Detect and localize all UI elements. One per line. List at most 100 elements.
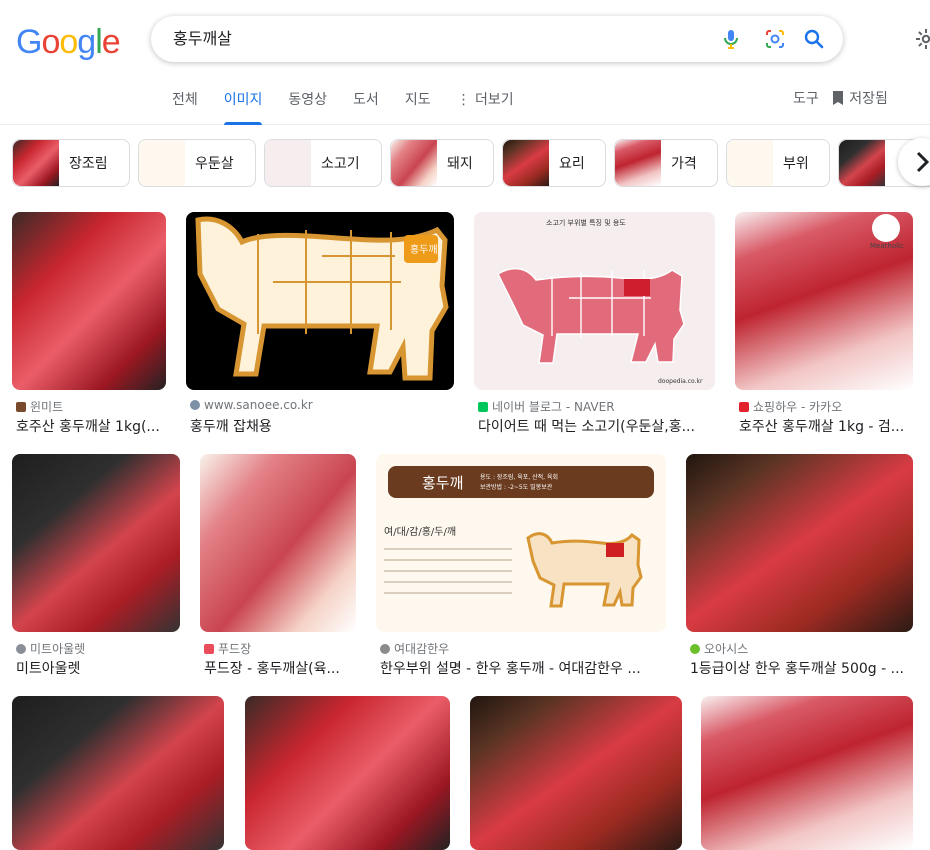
more-label: 더보기: [475, 92, 514, 108]
chip-thumbnail: [265, 140, 311, 186]
site-favicon-icon: [690, 644, 700, 654]
site-favicon-icon: [16, 644, 26, 654]
search-tabs: 전체 이미지 동영상 도서 지도 ⋮ 더보기: [172, 88, 514, 125]
chip-label: 부위: [783, 156, 809, 172]
chip-label: 돼지: [447, 156, 473, 172]
result-source[interactable]: 쇼핑하우 - 카카오: [739, 398, 842, 415]
beef-poster: 홍두깨 용도 : 장조림, 육포, 산적, 육회 보관방법 : -2~5도 밀봉…: [384, 466, 654, 608]
saved-button[interactable]: 저장됨: [831, 88, 888, 108]
chip-udunsal[interactable]: 우둔살: [138, 139, 256, 187]
related-search-chips: 장조림 우둔살 소고기 돼지 요리 가격 부위: [12, 139, 930, 189]
poster-storage: 보관방법 : -2~5도 밀봉보관: [480, 483, 553, 491]
result-image[interactable]: Meatholic: [735, 212, 913, 390]
google-logo[interactable]: Google: [16, 22, 121, 62]
site-favicon-icon: [380, 644, 390, 654]
result-title[interactable]: 다이어트 때 먹는 소고기(우둔살,홍...: [478, 416, 714, 436]
image-result[interactable]: 오아시스 1등급이상 한우 홍두깨살 500g - ...: [686, 454, 913, 679]
more-icon: ⋮: [456, 92, 476, 108]
poster-subtitle: 용도 : 장조림, 육포, 산적, 육회: [480, 473, 558, 481]
result-image[interactable]: [701, 696, 913, 850]
result-image[interactable]: [200, 454, 356, 632]
cow-highlight-label: 홍두깨: [410, 243, 438, 256]
result-image[interactable]: 소고기 부위별 특징 및 용도 doopedia.co.kr: [474, 212, 715, 390]
tools-button[interactable]: 도구: [793, 88, 819, 108]
result-source[interactable]: 윈미트: [16, 398, 63, 415]
chip-thumbnail: [391, 140, 437, 186]
chart-title: 소고기 부위별 특징 및 용도: [546, 218, 626, 227]
chip-label: 소고기: [321, 156, 360, 172]
search-input[interactable]: 홍두깨살: [173, 27, 232, 51]
search-icon[interactable]: [802, 27, 826, 51]
brand-logo-text: Meatholic: [870, 242, 904, 250]
source-label: 네이버 블로그 - NAVER: [492, 400, 615, 414]
image-result[interactable]: [245, 696, 450, 850]
source-label: 오아시스: [704, 642, 749, 656]
poster-title: 홍두깨: [422, 474, 463, 492]
chip-cooking[interactable]: 요리: [502, 139, 606, 187]
result-image[interactable]: [470, 696, 682, 850]
image-result[interactable]: [470, 696, 682, 850]
tab-books[interactable]: 도서: [353, 88, 379, 124]
google-lens-icon[interactable]: [763, 27, 787, 51]
result-title[interactable]: 홍두깨 잡채용: [190, 416, 450, 436]
beef-cut-diagram: 홍두깨: [195, 216, 449, 381]
source-label: 푸드장: [218, 642, 252, 656]
result-image[interactable]: [245, 696, 450, 850]
chip-thumbnail: [503, 140, 549, 186]
result-image[interactable]: [686, 454, 913, 632]
image-result[interactable]: 윈미트 호주산 홍두깨살 1kg(...: [12, 212, 166, 437]
microphone-icon[interactable]: [719, 27, 743, 51]
chip-label: 우둔살: [195, 156, 234, 172]
tab-images[interactable]: 이미지: [223, 88, 262, 125]
tab-more[interactable]: ⋮ 더보기: [457, 88, 514, 124]
result-title[interactable]: 한우부위 설명 - 한우 홍두깨 - 여대감한우 ...: [380, 658, 666, 678]
result-image[interactable]: 홍두깨 용도 : 장조림, 육포, 산적, 육회 보관방법 : -2~5도 밀봉…: [376, 454, 666, 632]
chip-price[interactable]: 가격: [614, 139, 718, 187]
tab-maps[interactable]: 지도: [405, 88, 431, 124]
search-bar[interactable]: 홍두깨살: [151, 16, 843, 62]
source-label: 여대감한우: [394, 642, 450, 656]
image-result[interactable]: [12, 696, 224, 850]
result-source[interactable]: 미트아울렛: [16, 640, 85, 657]
gear-icon[interactable]: [914, 27, 930, 51]
image-result[interactable]: Meatholic 쇼핑하우 - 카카오 호주산 홍두깨살 1kg - 검...: [735, 212, 913, 437]
bookmark-icon: [832, 91, 843, 105]
result-source[interactable]: 네이버 블로그 - NAVER: [478, 398, 615, 415]
site-favicon-icon: [204, 644, 214, 654]
source-label: 미트아울렛: [30, 642, 86, 656]
chip-jangjorim[interactable]: 장조림: [12, 139, 130, 187]
chip-label: 가격: [671, 156, 697, 172]
image-tools: 도구 저장됨: [793, 88, 888, 108]
image-result[interactable]: 소고기 부위별 특징 및 용도 doopedia.co.kr 네이버 블로그 -…: [474, 212, 715, 437]
result-title[interactable]: 미트아울렛: [16, 658, 180, 678]
chip-beef[interactable]: 소고기: [264, 139, 382, 187]
chip-cuts[interactable]: 부위: [726, 139, 830, 187]
result-image[interactable]: 홍두깨: [186, 212, 454, 390]
result-source[interactable]: 여대감한우: [380, 640, 449, 657]
result-image[interactable]: [12, 454, 180, 632]
result-title[interactable]: 푸드장 - 홍두깨살(육...: [204, 658, 354, 678]
poster-heading: 여/대/감/홍/두/깨: [384, 525, 456, 538]
result-source[interactable]: www.sanoee.co.kr: [190, 398, 313, 412]
image-result[interactable]: [701, 696, 913, 850]
search-header: Google 홍두깨살 전체 이미지 동영상 도서 지도 ⋮ 더보기 도구 저장…: [0, 0, 930, 125]
chip-thumbnail: [727, 140, 773, 186]
result-source[interactable]: 오아시스: [690, 640, 748, 657]
result-title[interactable]: 1등급이상 한우 홍두깨살 500g - ...: [690, 658, 912, 678]
chip-pork[interactable]: 돼지: [390, 139, 494, 187]
result-title[interactable]: 호주산 홍두깨살 1kg - 검...: [739, 416, 913, 436]
tab-videos[interactable]: 동영상: [288, 88, 327, 124]
image-result[interactable]: 미트아울렛 미트아울렛: [12, 454, 180, 679]
site-favicon-icon: [739, 402, 749, 412]
chip-thumbnail: [839, 140, 885, 186]
source-label: www.sanoee.co.kr: [204, 398, 313, 412]
tab-all[interactable]: 전체: [172, 88, 198, 124]
result-image[interactable]: [12, 212, 166, 390]
image-result[interactable]: 푸드장 푸드장 - 홍두깨살(육...: [200, 454, 356, 679]
result-source[interactable]: 푸드장: [204, 640, 251, 657]
result-title[interactable]: 호주산 홍두깨살 1kg(...: [16, 416, 166, 436]
image-result[interactable]: 홍두깨 용도 : 장조림, 육포, 산적, 육회 보관방법 : -2~5도 밀봉…: [376, 454, 666, 679]
chip-label: 요리: [559, 156, 585, 172]
image-result[interactable]: 홍두깨 www.sanoee.co.kr 홍두깨 잡채용: [186, 212, 454, 437]
result-image[interactable]: [12, 696, 224, 850]
